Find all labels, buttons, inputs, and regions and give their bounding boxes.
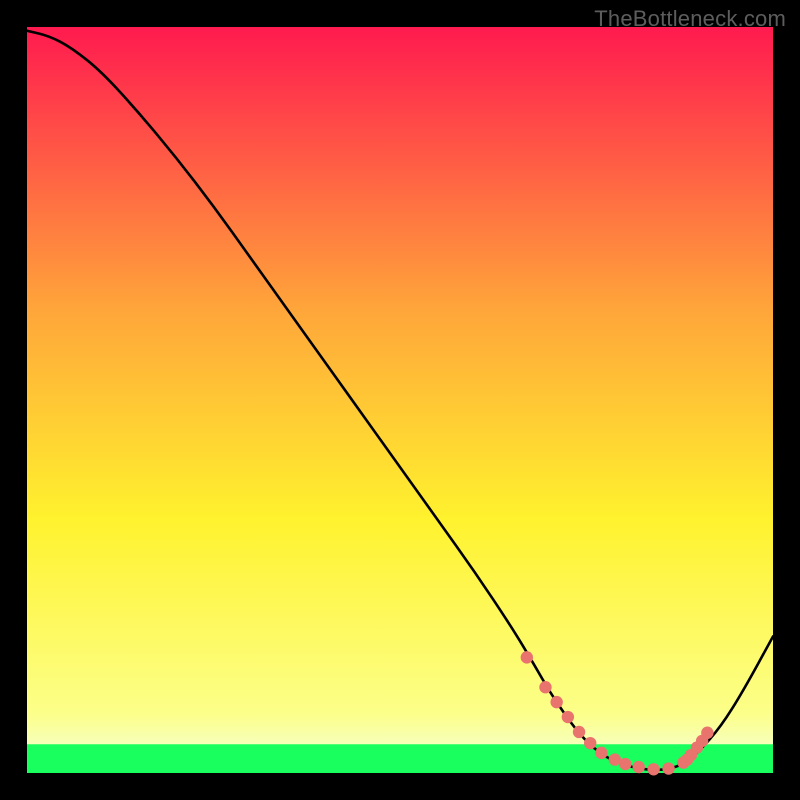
chart-svg [0,0,800,800]
curve-marker [550,696,562,708]
curve-marker [562,711,574,723]
curve-marker [584,737,596,749]
curve-marker [662,762,674,774]
curve-marker [647,763,659,775]
watermark-text: TheBottleneck.com [594,6,786,32]
curve-marker [573,726,585,738]
curve-marker [595,747,607,759]
plot-background [27,27,773,773]
curve-marker [521,651,533,663]
curve-marker [701,727,713,739]
curve-marker [633,761,645,773]
curve-marker [619,758,631,770]
chart-canvas: TheBottleneck.com [0,0,800,800]
curve-marker [539,681,551,693]
